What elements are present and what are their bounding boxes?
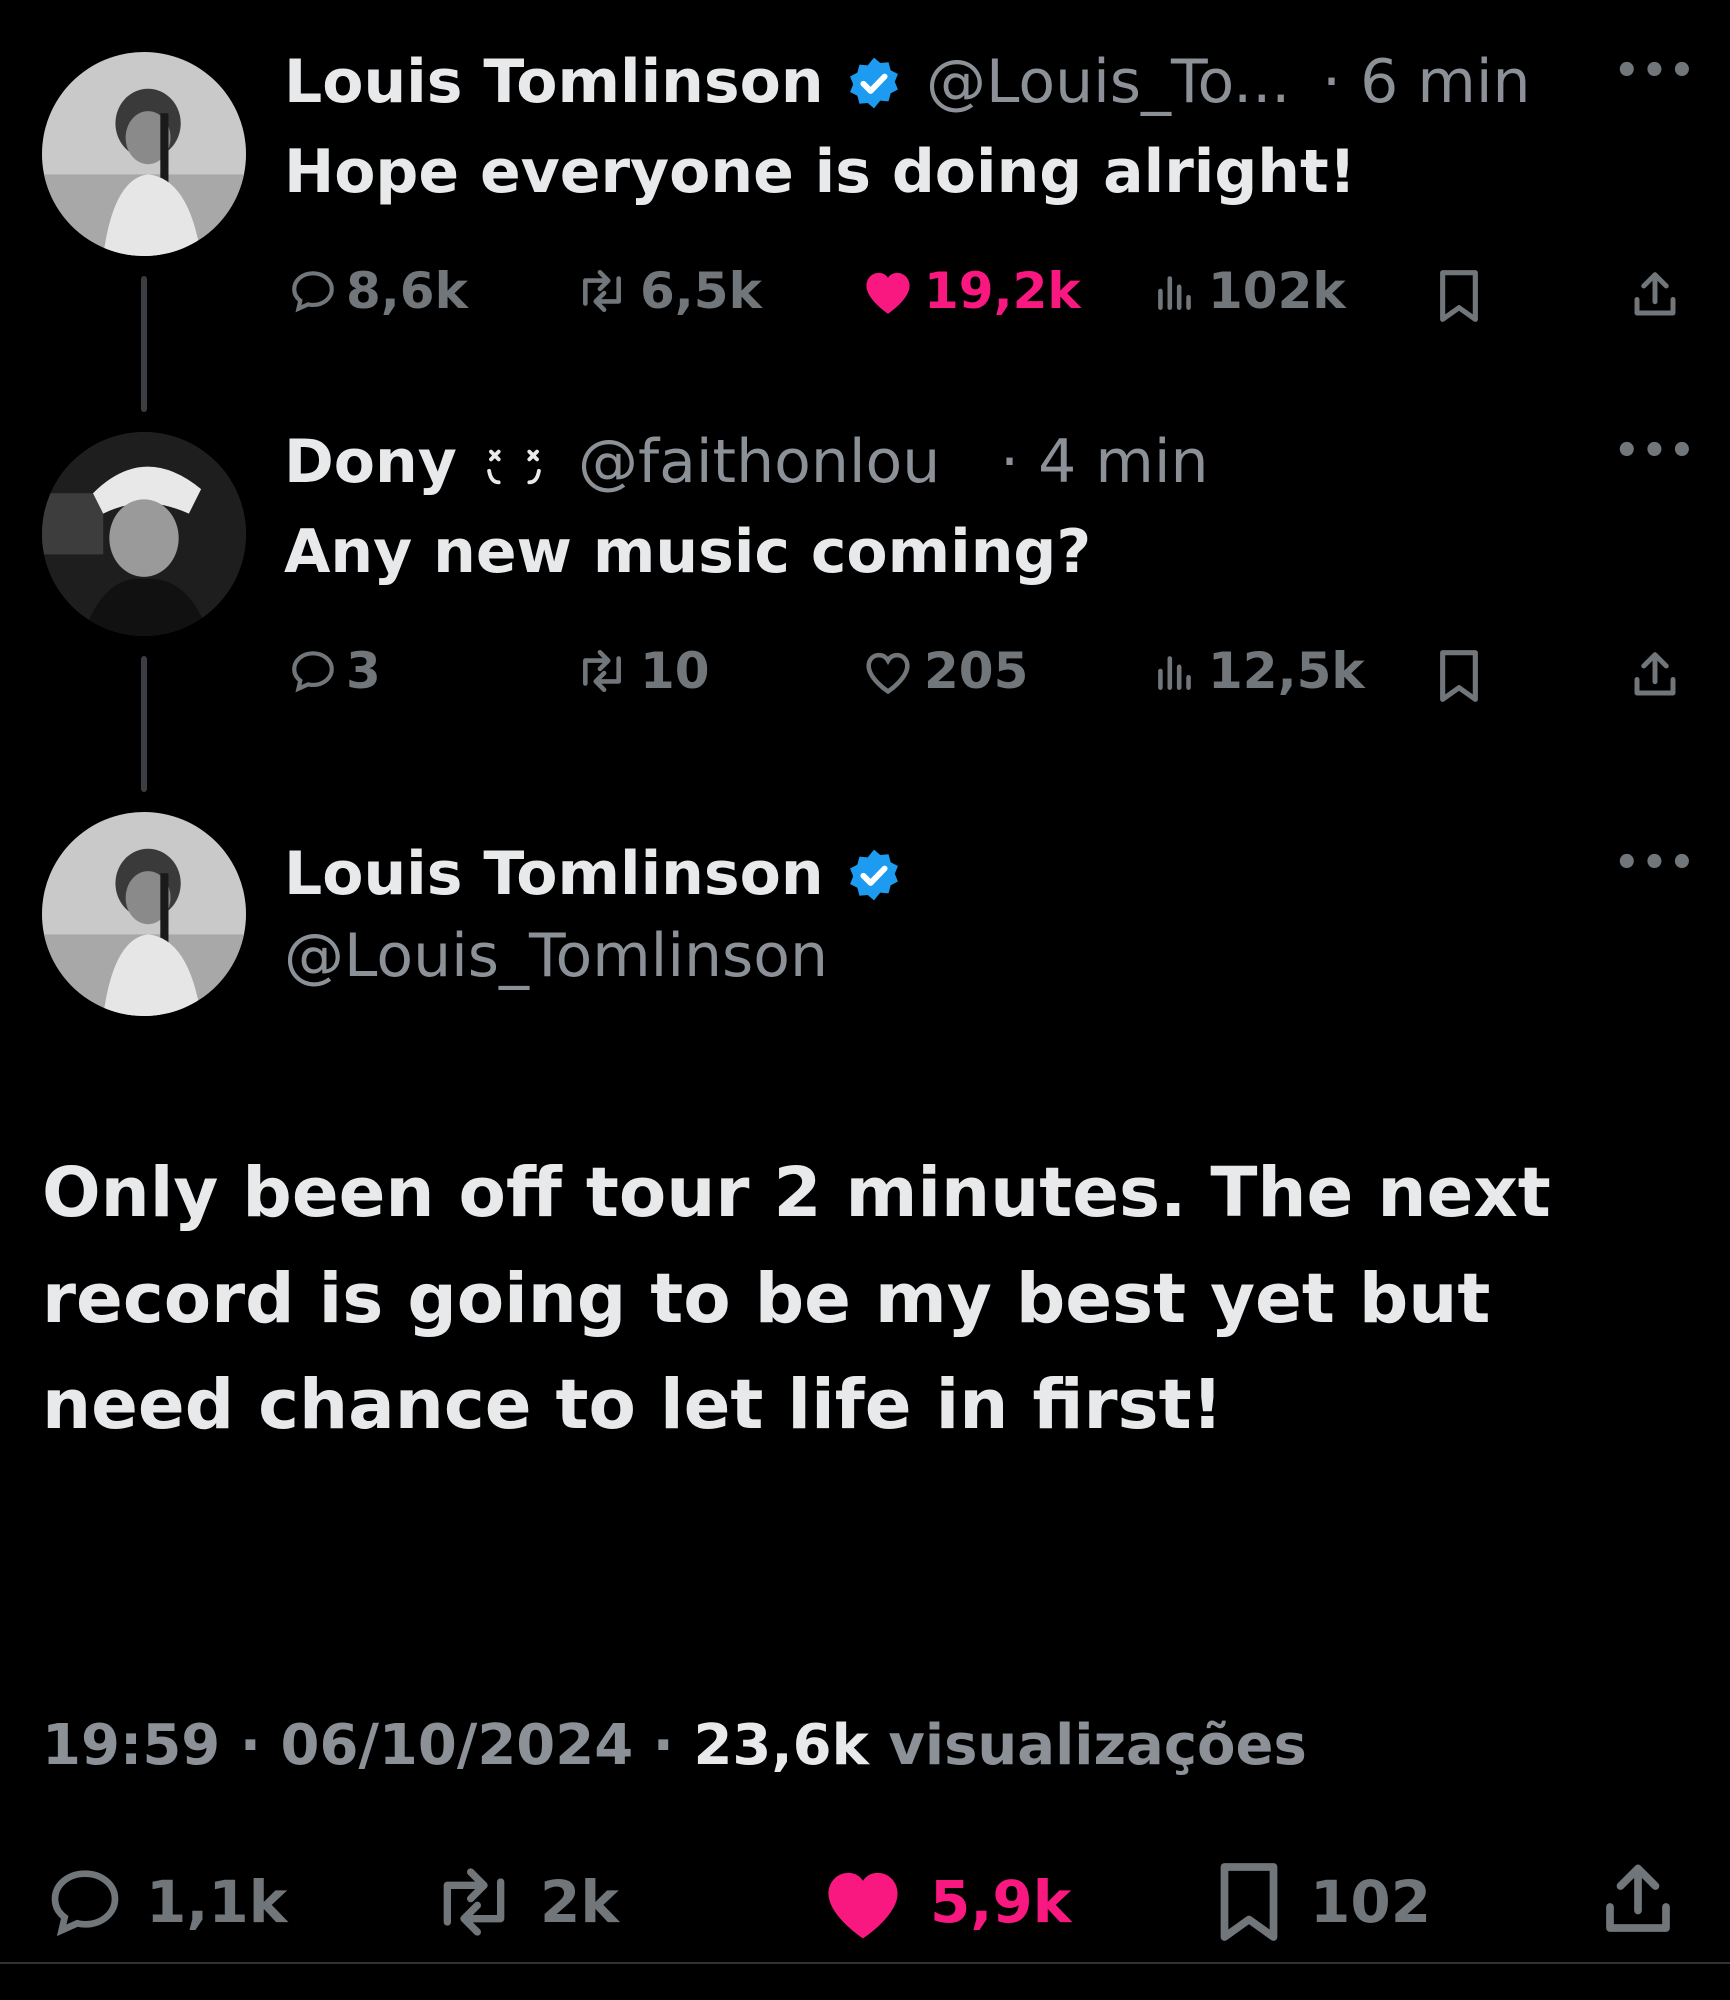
bookmark-icon [1440, 270, 1478, 322]
tweet-text: Any new music coming? [284, 517, 1092, 587]
share-button[interactable] [1596, 1858, 1680, 1942]
retweet-count: 10 [640, 642, 710, 700]
views-count[interactable]: 23,6k [693, 1713, 868, 1778]
reply-count: 8,6k [346, 262, 468, 320]
reply-icon [292, 651, 334, 693]
retweet-button[interactable]: 10 [572, 642, 710, 700]
bookmark-icon [1220, 1863, 1278, 1941]
tweet-timestamp[interactable]: 19:59 [42, 1713, 220, 1778]
verified-badge-icon [845, 54, 903, 112]
divider [0, 1962, 1730, 1964]
like-count: 5,9k [930, 1868, 1072, 1936]
reply-count: 3 [346, 642, 381, 700]
bookmark-button[interactable]: 102 [1214, 1858, 1431, 1946]
bookmark-icon [1440, 650, 1478, 702]
author-handle[interactable]: @faithonlou [578, 426, 940, 498]
reply-count: 1,1k [146, 1868, 288, 1936]
heart-outline-icon [866, 652, 910, 695]
retweet-count: 6,5k [640, 262, 762, 320]
heart-filled-icon [828, 1872, 898, 1939]
retweet-icon [583, 269, 621, 313]
more-options-icon[interactable]: ••• [1614, 840, 1697, 886]
avatar-louis[interactable] [42, 812, 246, 1016]
share-icon [1634, 272, 1676, 316]
avatar-louis[interactable] [42, 52, 246, 256]
like-count: 19,2k [924, 262, 1081, 320]
avatar-dony[interactable] [42, 432, 246, 636]
reply-icon [51, 1870, 119, 1937]
author-handle[interactable]: @Louis_To... [926, 46, 1290, 118]
bookmark-button[interactable] [1434, 648, 1484, 704]
share-icon [1606, 1864, 1670, 1932]
like-button[interactable]: 205 [860, 642, 1028, 700]
views-count: 102k [1208, 262, 1346, 320]
share-button[interactable] [1628, 648, 1682, 702]
verified-badge-icon [845, 846, 903, 904]
separator: · [652, 1713, 674, 1778]
tweet-date[interactable]: 06/10/2024 [281, 1713, 634, 1778]
tweet-time[interactable]: · 4 min [1000, 426, 1209, 498]
views-button[interactable]: 102k [1150, 262, 1346, 320]
like-button[interactable]: 5,9k [818, 1862, 1071, 1942]
reply-icon [292, 271, 334, 313]
bookmark-count: 102 [1310, 1868, 1432, 1936]
views-label: visualizações [888, 1713, 1307, 1778]
main-tweet-text: Only been off tour 2 minutes. The next r… [42, 1153, 1551, 1445]
thread-line [141, 276, 147, 412]
views-icon [1158, 276, 1191, 310]
retweet-icon [583, 649, 621, 693]
tweet-time[interactable]: · 6 min [1322, 46, 1531, 118]
face-icon [482, 444, 546, 494]
more-options-icon[interactable]: ••• [1614, 428, 1697, 474]
thread-line [141, 656, 147, 792]
separator: · [239, 1713, 262, 1778]
views-icon [1158, 656, 1191, 690]
views-button[interactable]: 12,5k [1150, 642, 1365, 700]
views-count: 12,5k [1208, 642, 1365, 700]
reply-button[interactable]: 3 [288, 642, 381, 700]
author-name[interactable]: Louis Tomlinson [284, 838, 824, 910]
author-handle[interactable]: @Louis_Tomlinson [284, 920, 828, 992]
like-button[interactable]: 19,2k [860, 262, 1081, 320]
like-count: 205 [924, 642, 1029, 700]
share-icon [1634, 652, 1676, 696]
author-name[interactable]: Dony [284, 426, 457, 498]
retweet-button[interactable]: 6,5k [572, 262, 762, 320]
tweet-meta: 19:59 · 06/10/2024 · 23,6k visualizações [42, 1712, 1307, 1780]
author-name[interactable]: Louis Tomlinson [284, 46, 824, 118]
retweet-button[interactable]: 2k [426, 1862, 619, 1942]
reply-button[interactable]: 8,6k [288, 262, 468, 320]
retweet-count: 2k [540, 1868, 619, 1936]
retweet-icon [443, 1868, 505, 1936]
tweet-text: Hope everyone is doing alright! [284, 137, 1357, 207]
share-button[interactable] [1628, 268, 1682, 322]
reply-button[interactable]: 1,1k [42, 1862, 287, 1942]
heart-filled-icon [866, 272, 910, 314]
more-options-icon[interactable]: ••• [1614, 48, 1697, 94]
bookmark-button[interactable] [1434, 268, 1484, 324]
